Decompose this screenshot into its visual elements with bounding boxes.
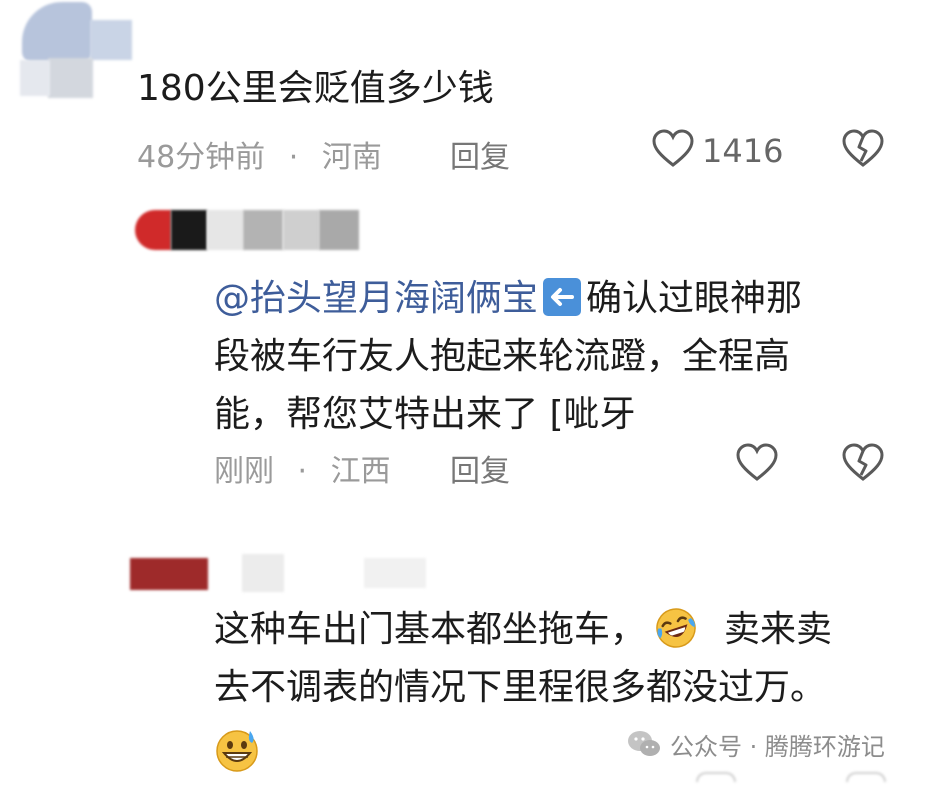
grinning-sweat-emoji-icon (214, 727, 260, 773)
like-count: 1416 (702, 132, 784, 170)
meta-separator: · (288, 140, 299, 175)
like-button[interactable] (652, 129, 694, 169)
comment-text: 180公里会贬值多少钱 (137, 68, 494, 109)
mention-link[interactable]: @抬头望月海阔俩宝 (214, 278, 538, 319)
comment-time: 刚刚 (214, 454, 274, 489)
broken-heart-icon (842, 443, 884, 483)
left-arrow-emoji-icon (542, 277, 582, 317)
watermark: 公众号 · 腾腾环游记 (626, 724, 885, 764)
laughing-tears-emoji-icon (654, 606, 698, 650)
heart-outline-icon (736, 443, 778, 483)
reply-text-line: 段被车行友人抱起来轮流蹬，全程高 (214, 336, 791, 377)
dislike-button[interactable] (842, 129, 884, 169)
wechat-logo-icon (626, 729, 662, 759)
meta-separator: · (297, 454, 308, 489)
watermark-text: 公众号 · 腾腾环游记 (670, 732, 885, 761)
reply-button[interactable]: 回复 (450, 132, 510, 176)
like-button[interactable] (736, 443, 778, 483)
broken-heart-icon (842, 129, 884, 169)
comment-location: 河南 (321, 140, 382, 175)
avatar[interactable] (0, 0, 135, 100)
reply-text-line: 能，帮您艾特出来了 [呲牙 (214, 394, 636, 435)
comment-meta: 48分钟前 · 河南 (137, 132, 382, 176)
heart-outline-icon (652, 129, 694, 169)
dislike-button[interactable] (842, 443, 884, 483)
comment-meta: 刚刚 · 江西 (214, 446, 391, 490)
reply-text-line: 确认过眼神那 (586, 278, 803, 319)
comment-location: 江西 (330, 454, 391, 489)
reply-text-line: 卖来卖 (724, 609, 833, 650)
reply-text-line: 去不调表的情况下里程很多都没过万。 (214, 667, 827, 708)
comment-time: 48分钟前 (137, 140, 266, 175)
avatar[interactable] (130, 552, 440, 594)
reply-text: @抬头望月海阔俩宝 确认过眼神那 段被车行友人抱起来轮流蹬，全程高 能，帮您艾特… (214, 270, 904, 444)
partial-icons (696, 770, 896, 782)
avatar[interactable] (135, 208, 365, 253)
reply-button[interactable]: 回复 (450, 446, 510, 490)
reply-text-line: 这种车出门基本都坐拖车， (214, 609, 647, 650)
